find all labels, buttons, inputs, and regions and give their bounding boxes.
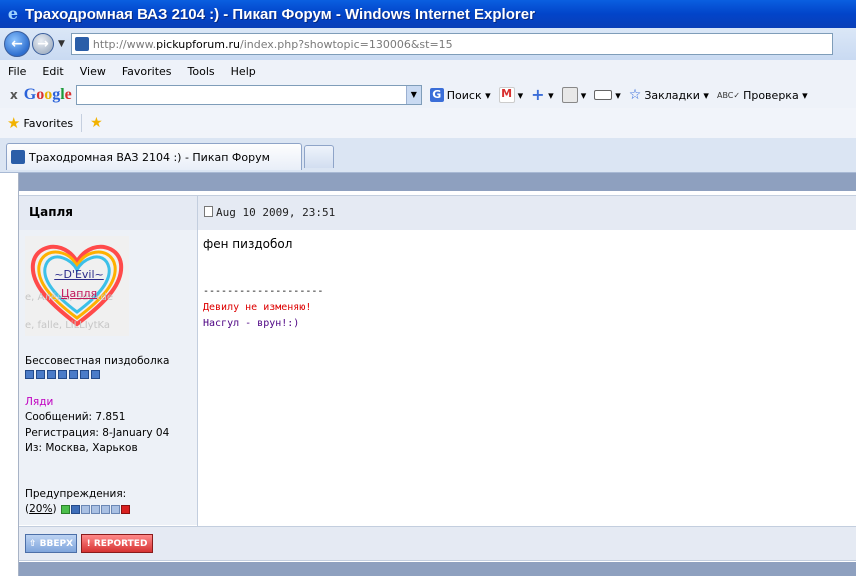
author-info-panel: е, Алёна, Sankde е, falle, LiLLIytKa ~D'…: [19, 230, 197, 525]
google-search-input[interactable]: ▼: [75, 85, 422, 105]
post-document-icon: [204, 206, 213, 217]
post-author[interactable]: Цапля: [29, 205, 73, 219]
site-favicon: [74, 37, 89, 51]
title-bar: e Траходромная ВАЗ 2104 :) - Пикап Форум…: [0, 0, 856, 28]
rank-pips: [25, 370, 100, 379]
rank-pip: [47, 370, 56, 379]
tab-favicon: [11, 150, 25, 164]
url-text: http://www.pickupforum.ru/index.php?show…: [92, 37, 453, 51]
avatar: е, Алёна, Sankde е, falle, LiLLIytKa ~D'…: [25, 236, 129, 336]
warning-box: [70, 504, 80, 514]
post-body-panel: фен пиздобол -------------------- Девилу…: [198, 230, 856, 525]
search-history-dropdown-icon[interactable]: ▼: [405, 86, 421, 104]
avatar-nickname[interactable]: ~D'Evil~: [39, 268, 119, 281]
signature-line-2: Насгул - врун!:): [203, 318, 300, 329]
spellcheck-button[interactable]: ABC✓ Проверка ▾: [717, 89, 808, 102]
warning-percent-link[interactable]: 20%: [29, 503, 52, 515]
report-button[interactable]: ! REPORTED: [81, 534, 153, 553]
window-options-button[interactable]: ▾: [594, 89, 621, 102]
forward-button[interactable]: →: [32, 33, 54, 55]
url-field[interactable]: http://www.pickupforum.ru/index.php?show…: [70, 33, 833, 55]
post-body: фен пиздобол: [203, 237, 293, 251]
back-to-top-button[interactable]: ⇧ ВВЕРХ: [25, 534, 77, 553]
warning-level: (20%): [25, 503, 130, 515]
exclamation-icon: !: [86, 538, 94, 549]
menu-edit[interactable]: Edit: [34, 65, 71, 78]
rank-pip: [25, 370, 34, 379]
rank-pip: [58, 370, 67, 379]
warning-plus-icon[interactable]: [120, 504, 130, 514]
close-toolbar-icon[interactable]: x: [10, 88, 18, 102]
address-bar: ← → ▼ http://www.pickupforum.ru/index.ph…: [0, 28, 856, 60]
warning-box: [100, 504, 110, 514]
registration-date: Регистрация: 8-January 04: [25, 427, 170, 439]
menu-help[interactable]: Help: [223, 65, 264, 78]
google-logo: Google: [23, 86, 72, 103]
member-location: Из: Москва, Харьков: [25, 442, 138, 454]
avatar-ghost-text-2: е, falle, LiLLIytKa: [25, 320, 111, 331]
menu-file[interactable]: File: [0, 65, 34, 78]
post-footer: ⇧ ВВЕРХ ! REPORTED: [19, 526, 856, 561]
bookmark-star-icon: ☆: [628, 87, 642, 103]
signature-separator: --------------------: [203, 286, 324, 297]
rank-pip: [80, 370, 89, 379]
post-date: Aug 10 2009, 23:51: [204, 206, 335, 219]
favorites-star-icon: ★: [7, 114, 21, 132]
new-tab-button[interactable]: [304, 145, 334, 168]
member-rank: Бессовестная пиздоболка: [25, 355, 170, 367]
gmail-button[interactable]: M ▾: [498, 87, 523, 103]
page-content: Цапля Aug 10 2009, 23:51 е, Алёна, Sankd…: [0, 173, 856, 576]
post-bottom-strip: [19, 562, 856, 576]
plus-icon: +: [531, 85, 545, 104]
menu-tools[interactable]: Tools: [180, 65, 223, 78]
window-icon: [594, 90, 613, 100]
rank-pip: [36, 370, 45, 379]
popup-blocker-icon: [561, 87, 578, 103]
warning-minus-icon[interactable]: [60, 504, 70, 514]
back-button[interactable]: ←: [4, 31, 30, 57]
tab-title: Траходромная ВАЗ 2104 :) - Пикап Форум: [29, 150, 270, 164]
page-left-edge: [0, 173, 19, 576]
favorites-bar: ★ Favorites ★: [0, 108, 856, 138]
favorites-button[interactable]: Favorites: [23, 117, 73, 130]
warning-box: [110, 504, 120, 514]
forum-post: Цапля Aug 10 2009, 23:51 е, Алёна, Sankd…: [19, 173, 856, 576]
gmail-icon: M: [498, 87, 515, 103]
menu-favorites[interactable]: Favorites: [114, 65, 180, 78]
add-button[interactable]: + ▾: [531, 85, 554, 104]
popup-blocker-button[interactable]: ▾: [561, 87, 586, 103]
rank-pip: [69, 370, 78, 379]
window-title: Траходромная ВАЗ 2104 :) - Пикап Форум -…: [25, 5, 535, 23]
favorites-divider: [81, 114, 83, 132]
warnings-label: Предупреждения:: [25, 488, 127, 500]
spellcheck-icon: ABC✓: [716, 90, 741, 100]
menu-view[interactable]: View: [72, 65, 114, 78]
heart-avatar-image: [30, 244, 124, 327]
internet-explorer-icon: e: [7, 4, 19, 23]
avatar-username[interactable]: Цапля: [39, 287, 119, 300]
rank-pip: [91, 370, 100, 379]
post-top-strip: [19, 173, 856, 191]
tab-current[interactable]: Траходромная ВАЗ 2104 :) - Пикап Форум: [6, 143, 302, 170]
recent-pages-dropdown-icon[interactable]: ▼: [58, 39, 65, 49]
warning-box: [80, 504, 90, 514]
signature-line-1: Девилу не изменяю!: [203, 302, 312, 313]
up-arrow-icon: ⇧: [28, 538, 40, 549]
google-g-icon: G: [429, 88, 444, 102]
member-group: Ляди: [25, 396, 54, 408]
tab-bar: Траходромная ВАЗ 2104 :) - Пикап Форум: [0, 138, 856, 173]
add-favorite-icon[interactable]: ★: [90, 115, 103, 131]
post-header: Цапля Aug 10 2009, 23:51: [19, 195, 856, 231]
menu-bar: File Edit View Favorites Tools Help: [0, 60, 856, 83]
google-toolbar: x Google ▼ G Поиск ▾ M ▾ + ▾ ▾ ▾ ☆ Закладк…: [0, 82, 856, 109]
warning-box: [90, 504, 100, 514]
bookmarks-button[interactable]: ☆ Закладки ▾: [629, 87, 709, 103]
post-count: Сообщений: 7.851: [25, 411, 126, 423]
google-search-button[interactable]: G Поиск ▾: [429, 88, 491, 102]
